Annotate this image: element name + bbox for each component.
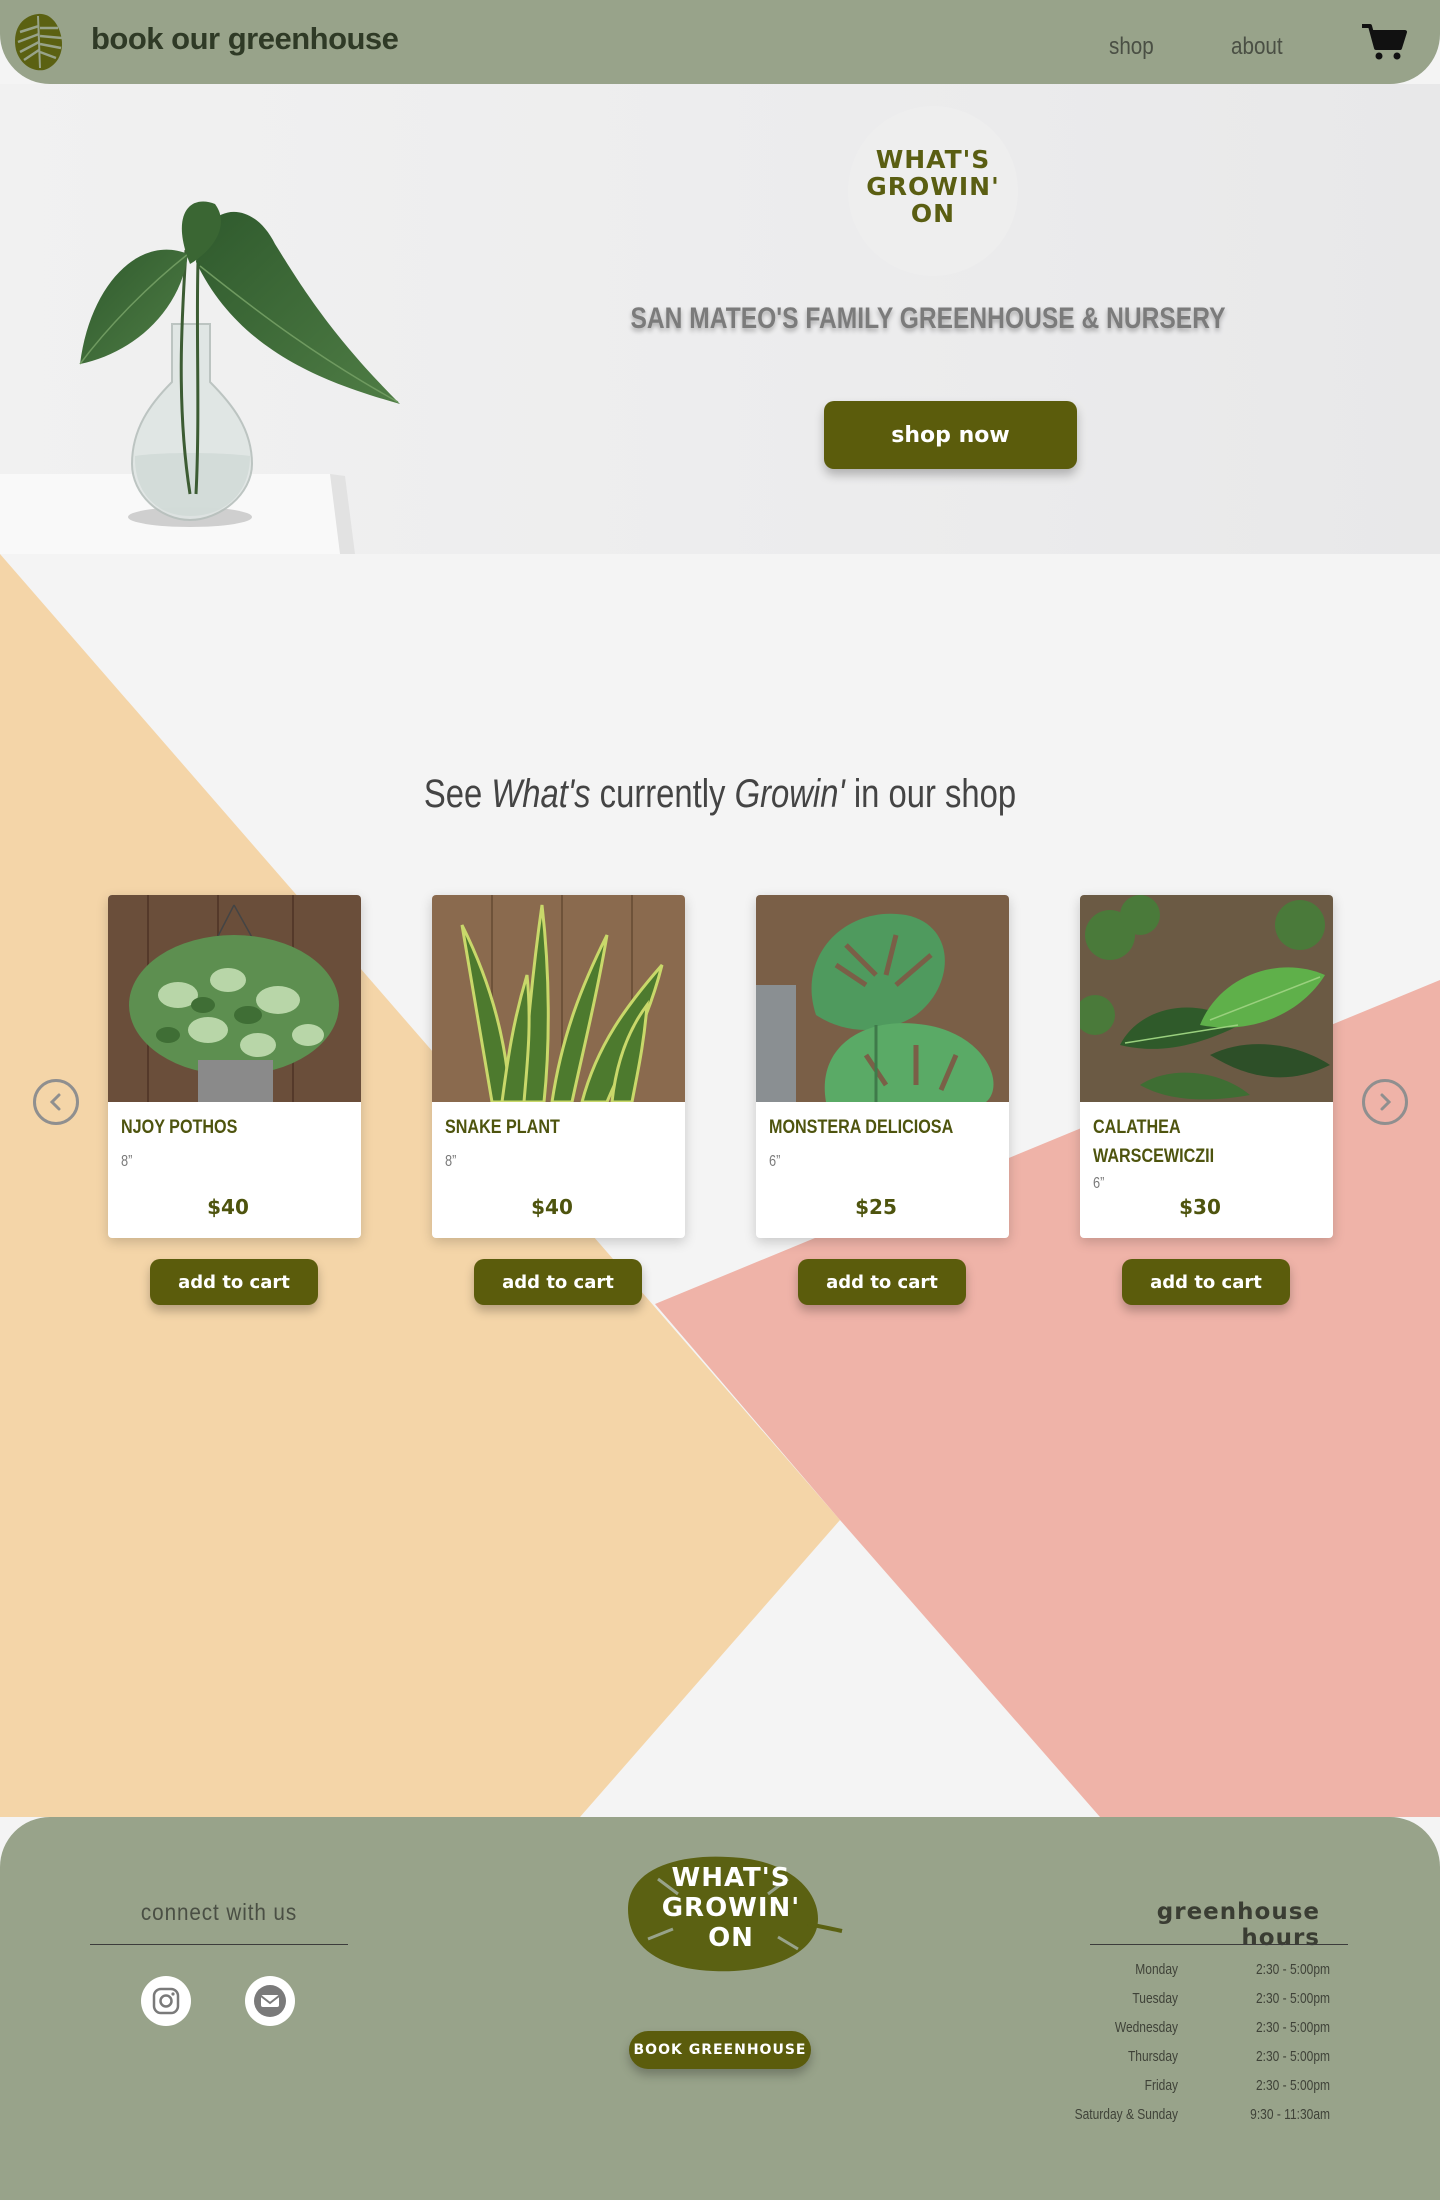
hours-table: Monday 2:30 - 5:00pm Tuesday 2:30 - 5:00pm…	[1040, 1955, 1330, 2129]
hours-row: Thursday 2:30 - 5:00pm	[1040, 2042, 1330, 2071]
product-image-snake-plant	[432, 895, 685, 1102]
shop-title-emphasis: Growin'	[734, 772, 845, 816]
hours-day: Monday	[1135, 1961, 1178, 1978]
product-card[interactable]: NJOY POTHOS 8” $40	[108, 895, 361, 1238]
monstera-leaf-icon[interactable]	[10, 10, 66, 74]
product-image-monstera	[756, 895, 1009, 1102]
add-to-cart-button[interactable]: add to cart	[1122, 1259, 1290, 1305]
hours-time: 2:30 - 5:00pm	[1255, 2077, 1330, 2094]
hours-day: Saturday & Sunday	[1074, 2106, 1178, 2123]
product-name[interactable]: CALATHEA WARSCEWICZII	[1093, 1113, 1289, 1171]
hours-day: Friday	[1144, 2077, 1178, 2094]
carousel-prev-button[interactable]	[33, 1079, 79, 1125]
chevron-right-icon	[1380, 1093, 1392, 1111]
hero-tagline: SAN MATEO'S FAMILY GREENHOUSE & NURSERY	[630, 302, 1226, 335]
shop-title-part: in our shop	[844, 772, 1017, 816]
shop-title-part: currently	[590, 772, 735, 816]
hours-time: 2:30 - 5:00pm	[1255, 2048, 1330, 2065]
top-nav: book our greenhouse shop about	[0, 0, 1440, 84]
product-name[interactable]: NJOY POTHOS	[121, 1113, 317, 1142]
add-to-cart-button[interactable]: add to cart	[798, 1259, 966, 1305]
book-greenhouse-link[interactable]: book our greenhouse	[91, 21, 399, 57]
hours-day: Wednesday	[1114, 2019, 1178, 2036]
product-card[interactable]: CALATHEA WARSCEWICZII 6” $30	[1080, 895, 1333, 1238]
hours-row: Friday 2:30 - 5:00pm	[1040, 2071, 1330, 2100]
hours-row: Monday 2:30 - 5:00pm	[1040, 1955, 1330, 1984]
hours-row: Tuesday 2:30 - 5:00pm	[1040, 1984, 1330, 2013]
product-card[interactable]: MONSTERA DELICIOSA 6” $25	[756, 895, 1009, 1238]
footer: connect with us WHAT'S GROWIN' ON BOOK G…	[0, 1817, 1440, 2200]
product-size: 8”	[121, 1153, 133, 1170]
add-to-cart-button[interactable]: add to cart	[150, 1259, 318, 1305]
product-size: 8”	[445, 1153, 457, 1170]
instagram-icon	[152, 1987, 180, 2015]
divider	[90, 1944, 348, 1945]
hours-day: Thursday	[1127, 2048, 1178, 2065]
product-price: $30	[1179, 1195, 1221, 1219]
hours-time: 2:30 - 5:00pm	[1255, 2019, 1330, 2036]
email-link[interactable]	[245, 1976, 295, 2026]
connect-title: connect with us	[140, 1899, 298, 1925]
shop-now-button[interactable]: shop now	[824, 401, 1077, 469]
book-greenhouse-button[interactable]: BOOK GREENHOUSE	[629, 2031, 811, 2069]
shop-title-emphasis: What's	[491, 772, 591, 816]
nav-shop-link[interactable]: shop	[1109, 33, 1154, 61]
product-image-pothos	[108, 895, 361, 1102]
hours-row: Saturday & Sunday 9:30 - 11:30am	[1040, 2100, 1330, 2129]
footer-logo: WHAT'S GROWIN' ON	[628, 1856, 843, 1972]
instagram-link[interactable]	[141, 1976, 191, 2026]
product-image-calathea	[1080, 895, 1333, 1102]
hero: WHAT'S GROWIN' ON SAN MATEO'S FAMILY GRE…	[0, 84, 1440, 554]
chevron-left-icon	[49, 1093, 61, 1111]
product-name[interactable]: SNAKE PLANT	[445, 1113, 641, 1142]
product-name[interactable]: MONSTERA DELICIOSA	[769, 1113, 965, 1142]
product-size: 6”	[1093, 1175, 1105, 1192]
hours-time: 2:30 - 5:00pm	[1255, 1990, 1330, 2007]
add-to-cart-button[interactable]: add to cart	[474, 1259, 642, 1305]
hours-row: Wednesday 2:30 - 5:00pm	[1040, 2013, 1330, 2042]
hero-logo-badge: WHAT'S GROWIN' ON	[848, 106, 1018, 276]
hero-logo-text: WHAT'S GROWIN' ON	[866, 145, 1000, 228]
shop-title: See What's currently Growin' in our shop	[130, 772, 1311, 817]
product-price: $40	[531, 1195, 573, 1219]
divider	[1090, 1944, 1348, 1945]
shop-title-part: See	[423, 772, 492, 816]
mail-icon	[254, 1985, 286, 2017]
product-price: $40	[207, 1195, 249, 1219]
nav-about-link[interactable]: about	[1231, 33, 1283, 61]
product-size: 6”	[769, 1153, 781, 1170]
plant-vase-image	[0, 201, 400, 554]
product-price: $25	[855, 1195, 897, 1219]
shop-section: See What's currently Growin' in our shop…	[0, 554, 1440, 1817]
footer-logo-text: WHAT'S GROWIN' ON	[661, 1863, 801, 1953]
carousel-next-button[interactable]	[1362, 1079, 1408, 1125]
cart-icon[interactable]	[1360, 22, 1408, 62]
product-card[interactable]: SNAKE PLANT 8” $40	[432, 895, 685, 1238]
hours-time: 9:30 - 11:30am	[1250, 2106, 1330, 2123]
hours-day: Tuesday	[1132, 1990, 1178, 2007]
hours-time: 2:30 - 5:00pm	[1255, 1961, 1330, 1978]
